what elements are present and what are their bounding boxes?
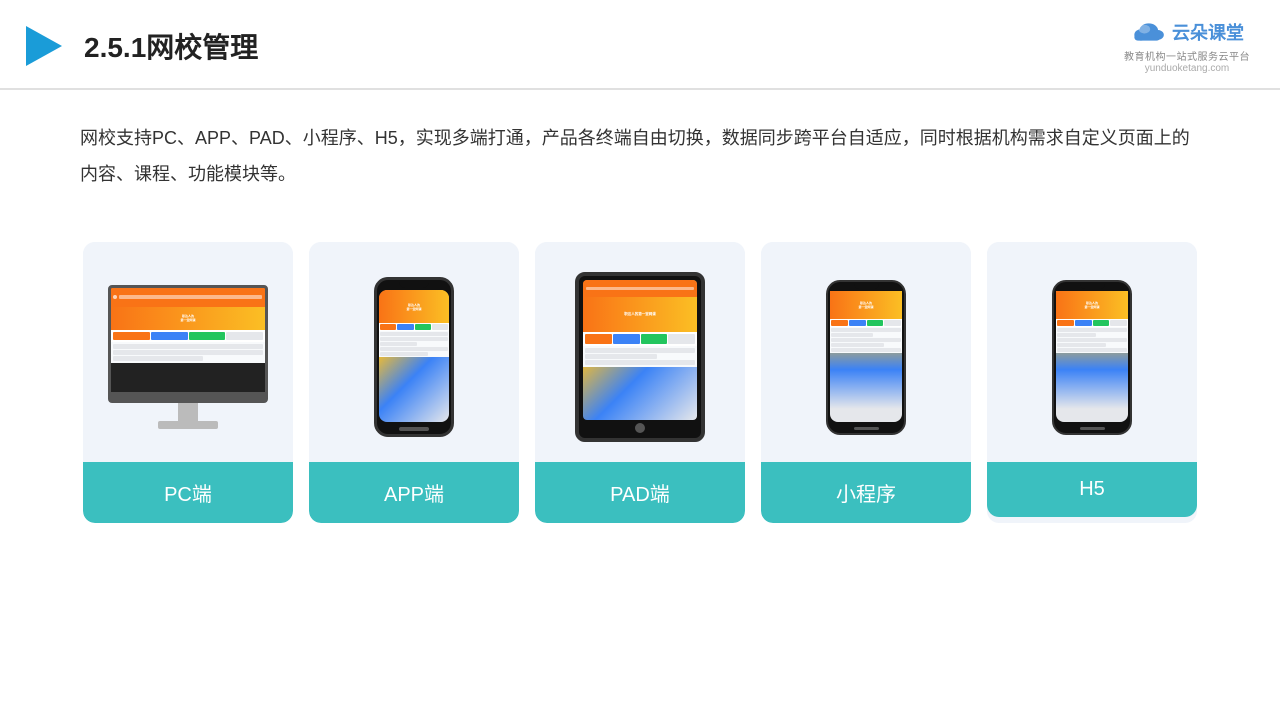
logo-area: 云朵课堂 教育机构一站式服务云平台 yunduoketang.com <box>1124 18 1250 74</box>
card-mini: 职达人的第一堂网课 <box>761 242 971 523</box>
card-h5-label: H5 <box>987 462 1197 517</box>
card-pc-label: PC端 <box>83 462 293 523</box>
description-text: 网校支持PC、APP、PAD、小程序、H5，实现多端打通，产品各终端自由切换，数… <box>80 128 1190 184</box>
card-app-image: 职达人的第一堂网课 <box>309 242 519 462</box>
header: 2.5.1网校管理 云朵课堂 教育机构一站式服务云平台 yunduoketang… <box>0 0 1280 90</box>
logo-url: yunduoketang.com <box>1145 63 1230 74</box>
pad-tablet-icon: 职达人的第一堂网课 <box>575 272 705 442</box>
page-title: 2.5.1网校管理 <box>84 26 258 66</box>
cloud-logo-icon <box>1130 18 1166 46</box>
mini-phone-icon: 职达人的第一堂网课 <box>826 280 906 435</box>
logo-text: 云朵课堂 <box>1172 19 1244 45</box>
logo-tagline: 教育机构一站式服务云平台 <box>1124 48 1250 63</box>
description: 网校支持PC、APP、PAD、小程序、H5，实现多端打通，产品各终端自由切换，数… <box>0 90 1280 202</box>
card-h5: 职达人的第一堂网课 <box>987 242 1197 523</box>
logo-cloud: 云朵课堂 <box>1130 18 1244 46</box>
card-mini-label: 小程序 <box>761 462 971 523</box>
card-app-label: APP端 <box>309 462 519 523</box>
cards-container: 职达人的第一堂网课 <box>0 212 1280 523</box>
h5-phone-icon: 职达人的第一堂网课 <box>1052 280 1132 435</box>
card-pad: 职达人的第一堂网课 <box>535 242 745 523</box>
card-app: 职达人的第一堂网课 <box>309 242 519 523</box>
app-phone-icon: 职达人的第一堂网课 <box>374 277 454 437</box>
card-pc-image: 职达人的第一堂网课 <box>83 242 293 462</box>
header-left: 2.5.1网校管理 <box>20 22 258 70</box>
card-h5-image: 职达人的第一堂网课 <box>987 242 1197 462</box>
card-mini-image: 职达人的第一堂网课 <box>761 242 971 462</box>
card-pc: 职达人的第一堂网课 <box>83 242 293 523</box>
card-pad-image: 职达人的第一堂网课 <box>535 242 745 462</box>
pc-monitor-icon: 职达人的第一堂网课 <box>108 285 268 429</box>
card-pad-label: PAD端 <box>535 462 745 523</box>
play-icon <box>20 22 68 70</box>
